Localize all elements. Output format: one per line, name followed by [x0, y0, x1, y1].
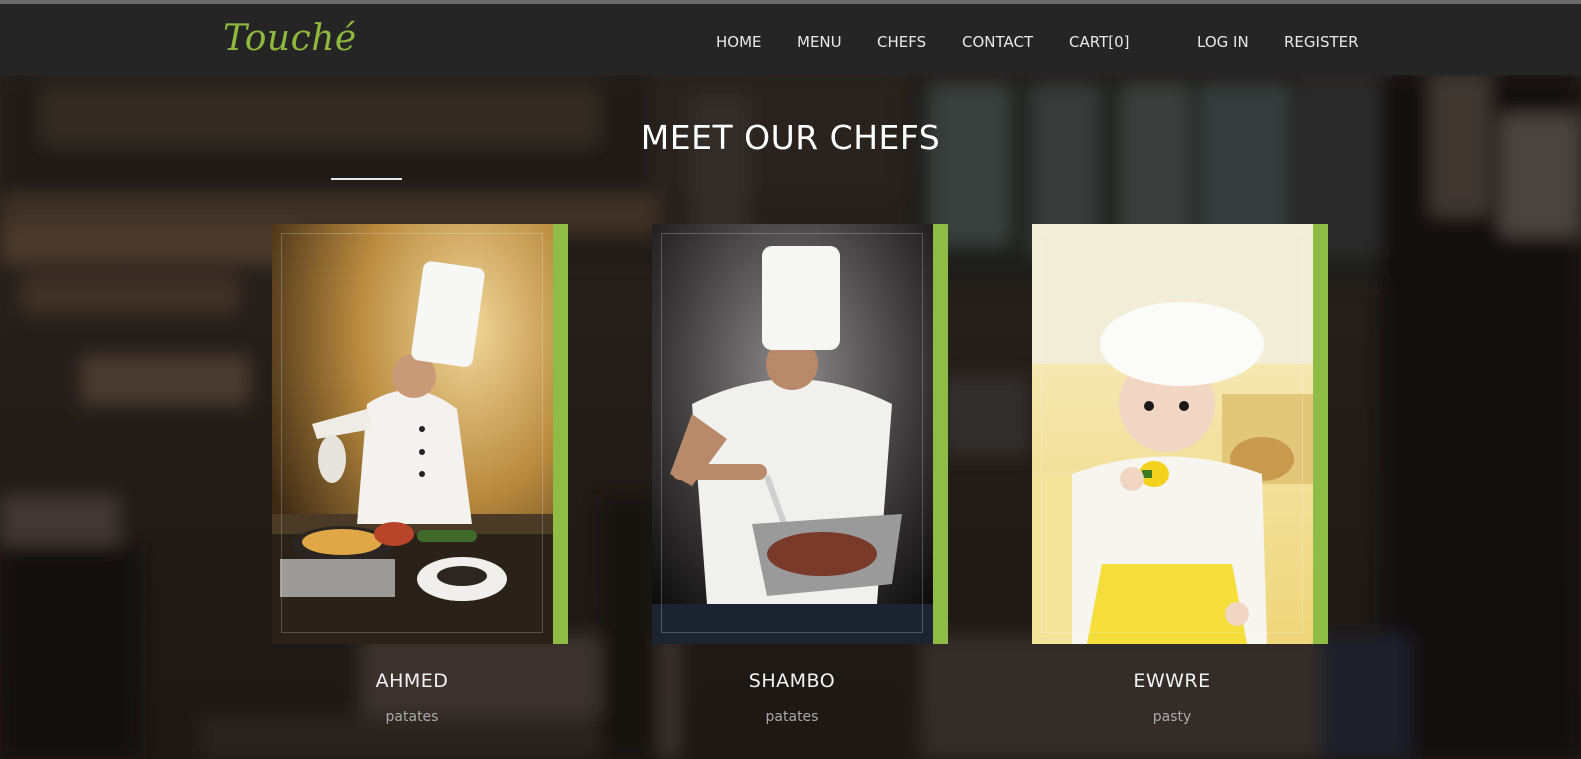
chef-dish: patates: [385, 709, 439, 725]
nav-login-link[interactable]: LOG IN: [1197, 33, 1249, 51]
chef-card[interactable]: [272, 224, 568, 644]
chef-name: AHMED: [375, 670, 449, 692]
chef-dish: patates: [765, 709, 819, 725]
chef-photo: [272, 224, 553, 644]
chef-photo: [652, 224, 933, 644]
nav-register-link[interactable]: REGISTER: [1284, 33, 1359, 51]
title-underline-divider: [331, 178, 402, 180]
brand-logo[interactable]: Touché: [223, 18, 357, 59]
nav-menu-link[interactable]: MENU: [797, 33, 842, 51]
chef-card[interactable]: [652, 224, 948, 644]
nav-contact-link[interactable]: CONTACT: [962, 33, 1033, 51]
section-title: MEET OUR CHEFS: [640, 118, 941, 157]
nav-chefs-link[interactable]: CHEFS: [877, 33, 926, 51]
card-accent-bar: [553, 224, 568, 644]
chef-card[interactable]: [1032, 224, 1328, 644]
card-accent-bar: [1313, 224, 1328, 644]
chef-name: EWWRE: [1133, 670, 1211, 692]
card-accent-bar: [933, 224, 948, 644]
top-navbar: Touché HOME MENU CHEFS CONTACT CART[0] L…: [0, 4, 1581, 75]
nav-home-link[interactable]: HOME: [716, 33, 762, 51]
chef-name: SHAMBO: [748, 670, 836, 692]
nav-cart-link[interactable]: CART[0]: [1069, 33, 1129, 51]
chef-dish: pasty: [1152, 709, 1192, 725]
chef-photo: [1032, 224, 1313, 644]
